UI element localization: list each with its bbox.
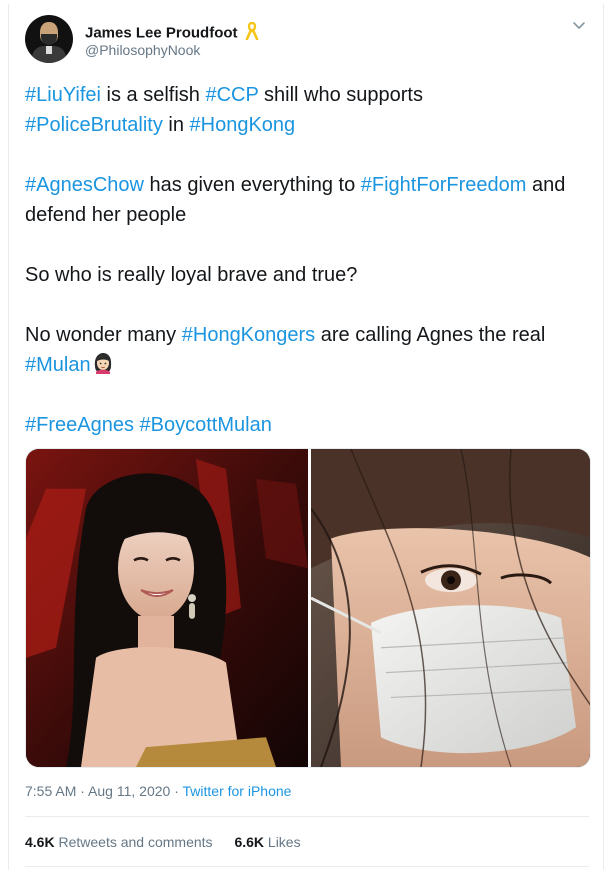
hashtag-link[interactable]: #PoliceBrutality: [25, 114, 163, 136]
hashtag-link[interactable]: #LiuYifei: [25, 84, 101, 106]
photo-woman-wearing-mask[interactable]: [311, 449, 590, 767]
tweet-text-span: in: [162, 114, 190, 136]
tweet-date[interactable]: Aug 11, 2020: [88, 783, 170, 799]
author-name[interactable]: James Lee Proudfoot: [85, 25, 238, 42]
yellow-ribbon-icon: [245, 21, 259, 45]
retweets-stat[interactable]: 4.6K Retweets and comments: [25, 834, 213, 850]
chevron-down-icon[interactable]: [569, 18, 589, 34]
tweet-paragraph: #AgnesChow has given everything to #Figh…: [25, 170, 595, 230]
tweet-text-span: has given everything to: [143, 174, 361, 196]
tweet-media: [25, 448, 591, 768]
tweet-text-span: So who is really loyal brave and true?: [25, 264, 358, 286]
tweet-source-link[interactable]: Twitter for iPhone: [183, 783, 292, 799]
tweet-text-span: is a selfish: [100, 84, 206, 106]
woman-emoji-icon: [92, 352, 114, 374]
avatar[interactable]: [25, 15, 73, 63]
hashtag-link[interactable]: #FreeAgnes: [25, 414, 134, 436]
hashtag-link[interactable]: #HongKong: [190, 114, 296, 136]
tweet-text-span: are calling Agnes the real: [315, 324, 546, 346]
tweet-paragraph: No wonder many #HongKongers are calling …: [25, 320, 595, 380]
hashtag-link[interactable]: #FightForFreedom: [361, 174, 527, 196]
separator: ·: [76, 783, 89, 799]
tweet-text-span: No wonder many: [25, 324, 182, 346]
tweet-time[interactable]: 7:55 AM: [25, 783, 76, 799]
tweet-meta: 7:55 AM · Aug 11, 2020 · Twitter for iPh…: [25, 783, 291, 799]
hashtag-link[interactable]: #CCP: [205, 84, 258, 106]
hashtag-link[interactable]: #AgnesChow: [25, 174, 144, 196]
likes-stat[interactable]: 6.6K Likes: [234, 834, 300, 850]
hashtag-link[interactable]: #HongKongers: [182, 324, 315, 346]
tweet-stats: 4.6K Retweets and comments 6.6K Likes: [25, 834, 319, 850]
tweet-paragraph: So who is really loyal brave and true?: [25, 260, 595, 290]
author-handle[interactable]: @PhilosophyNook: [85, 42, 200, 58]
hashtag-link[interactable]: #Mulan: [25, 354, 91, 376]
retweets-count: 4.6K: [25, 834, 55, 850]
hashtag-link[interactable]: #BoycottMulan: [140, 414, 272, 436]
tweet-paragraph: #FreeAgnes #BoycottMulan: [25, 410, 595, 440]
tweet-paragraph: #LiuYifei is a selfish #CCP shill who su…: [25, 80, 595, 140]
retweets-label: Retweets and comments: [58, 834, 213, 850]
tweet-header: James Lee Proudfoot @PhilosophyNook: [23, 14, 589, 70]
likes-label: Likes: [267, 834, 301, 850]
separator: ·: [170, 783, 183, 799]
divider: [25, 866, 589, 867]
tweet-text: #LiuYifei is a selfish #CCP shill who su…: [25, 80, 595, 440]
divider: [25, 816, 589, 817]
tweet-card: James Lee Proudfoot @PhilosophyNook #Liu…: [8, 4, 604, 870]
tweet-text-span: shill who supports: [258, 84, 423, 106]
photo-woman-smiling[interactable]: [26, 449, 308, 767]
likes-count: 6.6K: [234, 834, 265, 850]
